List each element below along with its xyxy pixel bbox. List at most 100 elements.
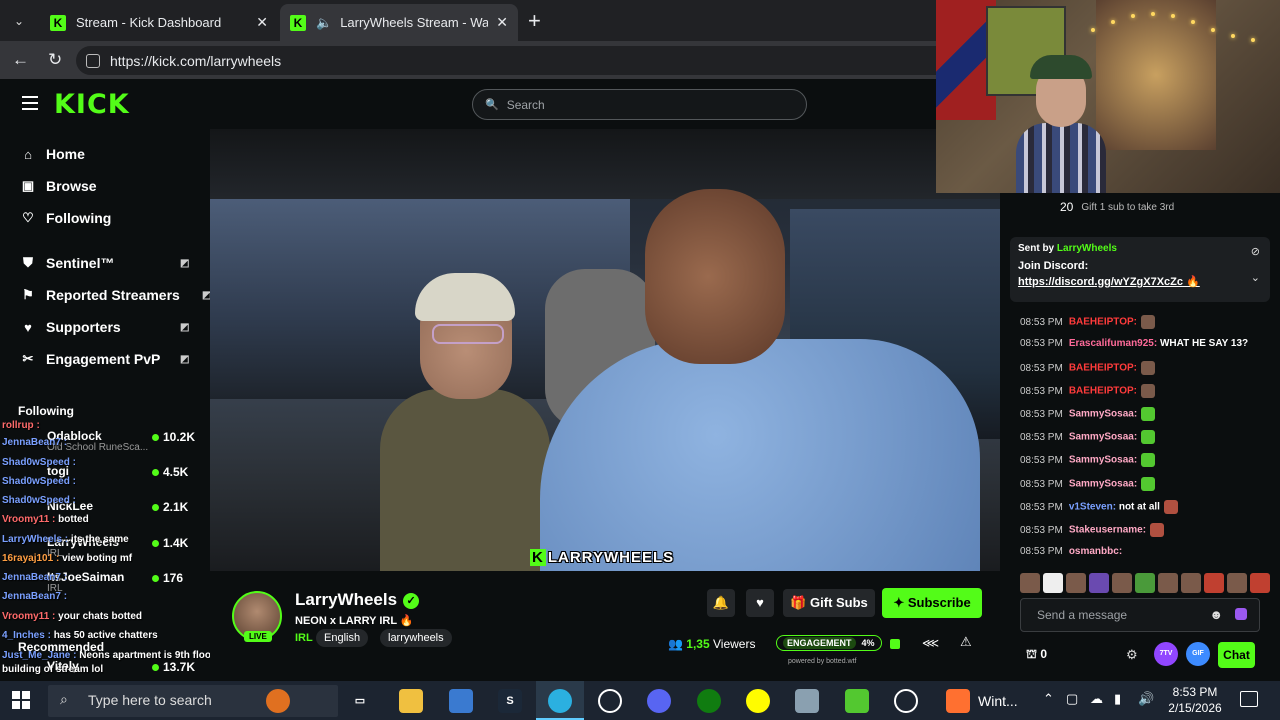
emote[interactable] xyxy=(1181,573,1201,593)
menu-hamburger-icon[interactable] xyxy=(22,96,38,110)
sidebar-item-reported-streamers[interactable]: ⚑ Reported Streamers ◩ xyxy=(20,287,211,303)
chat-message: 08:53 PM BAEHEIPTOP: xyxy=(1020,315,1155,329)
tab-larrywheels-stream[interactable]: K 🔈 LarryWheels Stream - Watch Liv ✕ xyxy=(280,4,518,41)
windows-start-icon[interactable] xyxy=(12,691,30,709)
sidebar-item-channel[interactable]: togi 4.5K xyxy=(0,460,210,494)
emote[interactable] xyxy=(1204,573,1224,593)
sidebar-item-channel[interactable]: LarryWheels IRL 1.4K xyxy=(0,531,210,565)
sidebar-item-browse[interactable]: ▣ Browse xyxy=(20,178,97,194)
notification-icon[interactable] xyxy=(1240,691,1258,707)
share-icon[interactable]: ⋘ xyxy=(922,636,939,650)
steam-icon[interactable]: S xyxy=(498,689,522,713)
emote[interactable] xyxy=(1020,573,1040,593)
stream-category[interactable]: IRL xyxy=(295,632,313,644)
chevron-down-icon[interactable]: ⌄ xyxy=(1251,271,1260,284)
windows-taskbar: ⌕ Type here to search ▭ S Wint... ⌃ ▢ ☁ … xyxy=(0,681,1280,720)
app-icon[interactable] xyxy=(795,689,819,713)
recommended-section-title: Recommended xyxy=(18,640,105,654)
chat-sub-goal: 20 Gift 1 sub to take 3rd xyxy=(1000,193,1280,221)
channel-points-icon[interactable] xyxy=(1235,608,1247,620)
tab-kick-dashboard[interactable]: K Stream - Kick Dashboard ✕ xyxy=(40,4,278,41)
gear-icon[interactable]: ⚙ xyxy=(1126,647,1138,663)
streamer-name[interactable]: LarryWheels ✓ xyxy=(295,590,420,610)
sidebar-item-engagement-pvp[interactable]: ✂ Engagement PvP ◩ xyxy=(20,351,190,367)
points-display[interactable]: ⛫ 0 xyxy=(1026,647,1047,663)
follow-heart-button[interactable]: ♥ xyxy=(746,589,774,617)
emote[interactable] xyxy=(1135,573,1155,593)
gift-count: 20 xyxy=(1060,200,1074,214)
app-icon[interactable] xyxy=(894,689,918,713)
video-person-passenger xyxy=(380,273,550,571)
report-warning-icon[interactable]: ⚠ xyxy=(960,634,972,650)
verified-icon: ✓ xyxy=(403,593,420,609)
sidebar-item-supporters[interactable]: ♥ Supporters ◩ xyxy=(20,319,189,335)
viewer-count: 13.7K xyxy=(152,660,195,674)
kick-logo[interactable]: KICK xyxy=(54,89,130,120)
edge-icon[interactable] xyxy=(548,689,572,713)
discord-icon[interactable] xyxy=(647,689,671,713)
sidebar-item-home[interactable]: ⌂ Home xyxy=(20,146,85,162)
close-icon[interactable]: ✕ xyxy=(496,14,508,31)
task-view-icon[interactable]: ▭ xyxy=(348,689,372,713)
pinned-link[interactable]: https://discord.gg/wYZgX7XcZc 🔥 xyxy=(1018,275,1262,288)
video-player[interactable]: K LARRYWHEELS xyxy=(210,129,1000,571)
sidebar-item-channel[interactable]: Odablock Old School RuneSca... 10.2K xyxy=(0,425,210,459)
taskbar-search-placeholder: Type here to search xyxy=(88,692,212,708)
store-icon[interactable] xyxy=(449,689,473,713)
emote[interactable] xyxy=(1043,573,1063,593)
notification-bell-button[interactable]: 🔔 xyxy=(707,589,735,617)
browser-tab-bar: ⌄ K Stream - Kick Dashboard ✕ K 🔈 LarryW… xyxy=(0,0,936,41)
app-icon[interactable] xyxy=(845,689,869,713)
snapchat-icon[interactable] xyxy=(746,689,770,713)
external-link-icon: ◩ xyxy=(180,321,190,333)
channel-name: Vitaly xyxy=(47,659,79,673)
sidebar-item-channel[interactable]: NickLee 2.1K xyxy=(0,495,210,529)
close-icon[interactable]: ✕ xyxy=(256,14,268,31)
microphone-icon[interactable]: ▮ xyxy=(1114,691,1121,707)
subscribe-button[interactable]: ✦ Subscribe xyxy=(882,588,982,618)
url-field[interactable]: https://kick.com/larrywheels xyxy=(76,46,936,75)
new-tab-plus-icon[interactable]: + xyxy=(528,8,541,34)
sidebar-item-following[interactable]: ♡ Following xyxy=(20,210,111,226)
emote[interactable] xyxy=(1227,573,1247,593)
gif-extension-icon[interactable]: GIF xyxy=(1186,642,1210,666)
speaker-icon[interactable]: 🔈 xyxy=(316,15,332,31)
following-section-title: Following xyxy=(18,404,74,418)
emote[interactable] xyxy=(1158,573,1178,593)
obs-icon[interactable] xyxy=(598,689,622,713)
search-input[interactable]: 🔍 Search xyxy=(472,89,807,120)
tab-search-chevron-icon[interactable]: ⌄ xyxy=(8,10,30,32)
channel-name: Odablock xyxy=(47,429,102,443)
7tv-extension-icon[interactable]: 7TV xyxy=(1154,642,1178,666)
sidebar-item-sentinel[interactable]: ⛊ Sentinel™ ◩ xyxy=(20,255,189,271)
volume-icon[interactable]: 🔊 xyxy=(1138,691,1154,707)
gift-subs-button[interactable]: 🎁 Gift Subs xyxy=(783,589,875,617)
chat-input[interactable]: Send a message ☻ xyxy=(1020,598,1260,632)
taskbar-search-input[interactable]: ⌕ Type here to search xyxy=(48,685,338,717)
emote[interactable] xyxy=(1089,573,1109,593)
emote[interactable] xyxy=(1112,573,1132,593)
reload-icon[interactable]: ↻ xyxy=(48,50,62,70)
back-arrow-icon[interactable]: ← xyxy=(12,50,29,70)
stream-tag[interactable]: larrywheels xyxy=(380,629,452,647)
emote[interactable] xyxy=(1250,573,1270,593)
stream-info: LIVE LarryWheels ✓ NEON x LARRY IRL 🔥 IRL… xyxy=(210,571,1000,681)
chat-send-button[interactable]: Chat xyxy=(1218,642,1255,668)
chevron-up-icon[interactable]: ⌃ xyxy=(1043,691,1054,707)
file-explorer-icon[interactable] xyxy=(399,689,423,713)
emote[interactable] xyxy=(1066,573,1086,593)
emoji-icon[interactable]: ☻ xyxy=(1209,607,1223,622)
onedrive-icon[interactable]: ☁ xyxy=(1090,691,1103,707)
pinned-message[interactable]: Sent by LarryWheels Join Discord: https:… xyxy=(1010,237,1270,302)
app-icon[interactable] xyxy=(946,689,970,713)
xbox-icon[interactable] xyxy=(697,689,721,713)
chat-message: 08:53 PM Stakeusername: xyxy=(1020,523,1165,537)
hide-eye-icon[interactable]: ⊘ xyxy=(1251,245,1260,258)
tray-app-icon[interactable]: ▢ xyxy=(1066,691,1078,707)
stream-tag[interactable]: English xyxy=(316,629,369,647)
clock[interactable]: 8:53 PM 2/15/2026 xyxy=(1165,684,1225,716)
sidebar-item-channel[interactable]: ItsJoeSaiman IRL 176 xyxy=(0,566,210,600)
site-info-icon[interactable] xyxy=(86,53,100,68)
clip-icon[interactable] xyxy=(890,639,900,649)
taskbar-app-label[interactable]: Wint... xyxy=(978,693,1018,709)
